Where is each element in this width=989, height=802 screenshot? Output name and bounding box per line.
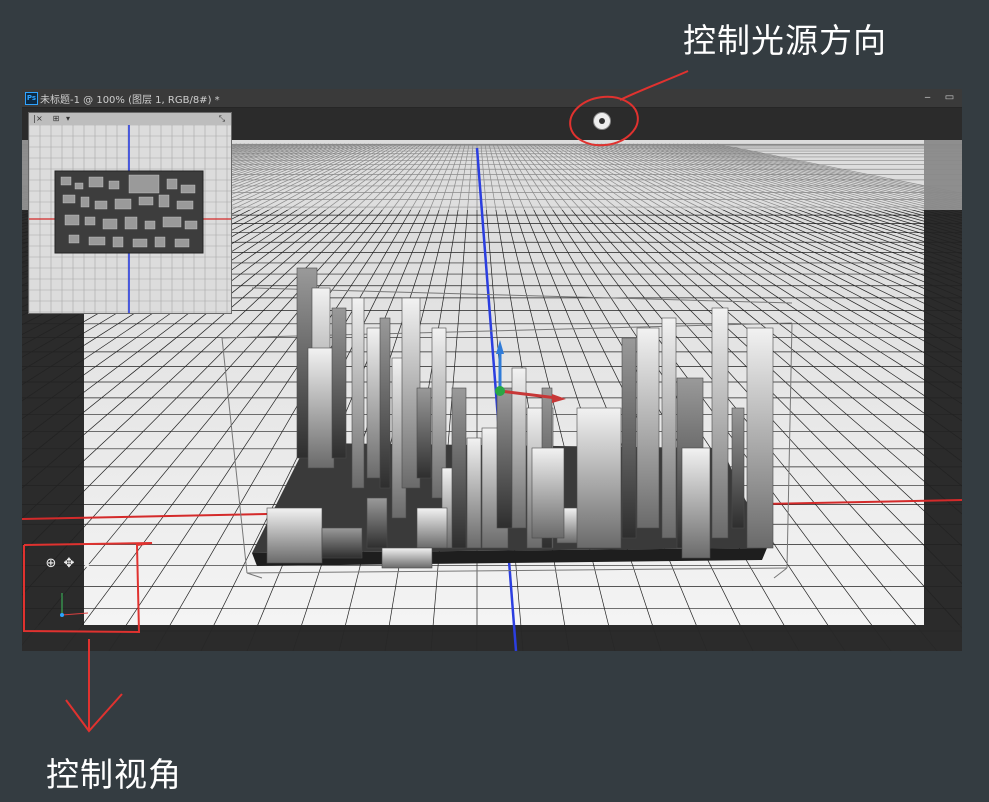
secondary-city-block bbox=[124, 216, 138, 230]
chevron-down-icon[interactable]: ▾ bbox=[64, 114, 72, 123]
secondary-city-block bbox=[108, 180, 120, 190]
building bbox=[451, 387, 467, 549]
secondary-city-block bbox=[138, 196, 154, 206]
secondary-view-panel[interactable]: |× ⊞ ▾ ⤡ bbox=[28, 112, 232, 314]
secondary-city-block bbox=[154, 236, 166, 248]
secondary-city-block bbox=[184, 220, 198, 230]
secondary-city-block bbox=[166, 178, 178, 190]
building bbox=[416, 507, 448, 549]
document-window[interactable]: Ps 未标题-1 @ 100% (图层 1, RGB/8#) * ‒ ▭ |× … bbox=[22, 89, 962, 651]
annotation-down-arrowhead bbox=[65, 693, 123, 733]
secondary-city-block bbox=[60, 176, 72, 186]
expand-icon[interactable]: ⤡ bbox=[217, 114, 227, 123]
minimize-button[interactable]: ‒ bbox=[920, 91, 935, 104]
building bbox=[731, 407, 745, 529]
building bbox=[351, 297, 365, 489]
document-title: 未标题-1 @ 100% (图层 1, RGB/8#) * bbox=[40, 95, 220, 106]
secondary-city-block bbox=[132, 238, 148, 248]
photoshop-logo-icon: Ps bbox=[25, 92, 38, 105]
building bbox=[531, 447, 565, 539]
building bbox=[661, 317, 677, 539]
building bbox=[321, 527, 363, 559]
secondary-city-block bbox=[176, 200, 194, 210]
add-view-icon[interactable]: ⊞ bbox=[51, 114, 61, 123]
camera-controls: ⊕ ✥ ⬍ bbox=[42, 555, 102, 575]
viewport-bottom-shade bbox=[22, 625, 962, 651]
secondary-city-block bbox=[144, 220, 156, 230]
gizmo-z-handle bbox=[495, 386, 505, 396]
building bbox=[636, 327, 660, 529]
secondary-city-block bbox=[158, 194, 170, 208]
secondary-city-block bbox=[174, 238, 190, 248]
secondary-city-block bbox=[180, 184, 196, 194]
document-titlebar[interactable]: Ps 未标题-1 @ 100% (图层 1, RGB/8#) * ‒ ▭ bbox=[22, 89, 962, 108]
building bbox=[711, 307, 729, 539]
building bbox=[379, 317, 391, 489]
secondary-city-block bbox=[88, 176, 104, 188]
light-source-icon[interactable] bbox=[594, 113, 610, 129]
pan-icon[interactable]: ✥ bbox=[60, 555, 78, 573]
axis-indicator-origin bbox=[60, 613, 64, 617]
secondary-city-block bbox=[128, 174, 160, 194]
secondary-city-block bbox=[68, 234, 80, 244]
light-source-center bbox=[599, 118, 605, 124]
close-icon[interactable]: |× bbox=[33, 114, 43, 123]
secondary-city-block bbox=[114, 198, 132, 210]
secondary-city-block bbox=[112, 236, 124, 248]
building bbox=[746, 327, 774, 549]
annotation-light-direction: 控制光源方向 bbox=[683, 21, 887, 60]
secondary-city-block bbox=[102, 218, 118, 230]
secondary-city-block bbox=[80, 196, 90, 208]
secondary-city-block bbox=[84, 216, 96, 226]
building bbox=[307, 347, 335, 469]
building bbox=[381, 547, 433, 569]
3d-viewport[interactable]: |× ⊞ ▾ ⤡ ⊕ ✥ ⬍ bbox=[22, 108, 962, 651]
annotation-view-angle: 控制视角 bbox=[46, 755, 182, 794]
building bbox=[331, 307, 347, 459]
secondary-city-block bbox=[162, 216, 182, 228]
dolly-icon[interactable]: ⬍ bbox=[78, 555, 96, 573]
building bbox=[576, 407, 622, 549]
building bbox=[366, 497, 388, 549]
orbit-icon[interactable]: ⊕ bbox=[42, 555, 60, 573]
building bbox=[416, 387, 432, 479]
secondary-city-block bbox=[88, 236, 106, 246]
building bbox=[681, 447, 711, 559]
building bbox=[466, 437, 482, 549]
maximize-button[interactable]: ▭ bbox=[942, 91, 957, 104]
building bbox=[621, 337, 637, 539]
secondary-view-canvas[interactable] bbox=[29, 125, 231, 313]
secondary-city-block bbox=[74, 182, 84, 190]
building bbox=[266, 507, 323, 564]
secondary-city-block bbox=[64, 214, 80, 226]
secondary-city-block bbox=[94, 200, 108, 210]
secondary-city-block bbox=[62, 194, 76, 204]
